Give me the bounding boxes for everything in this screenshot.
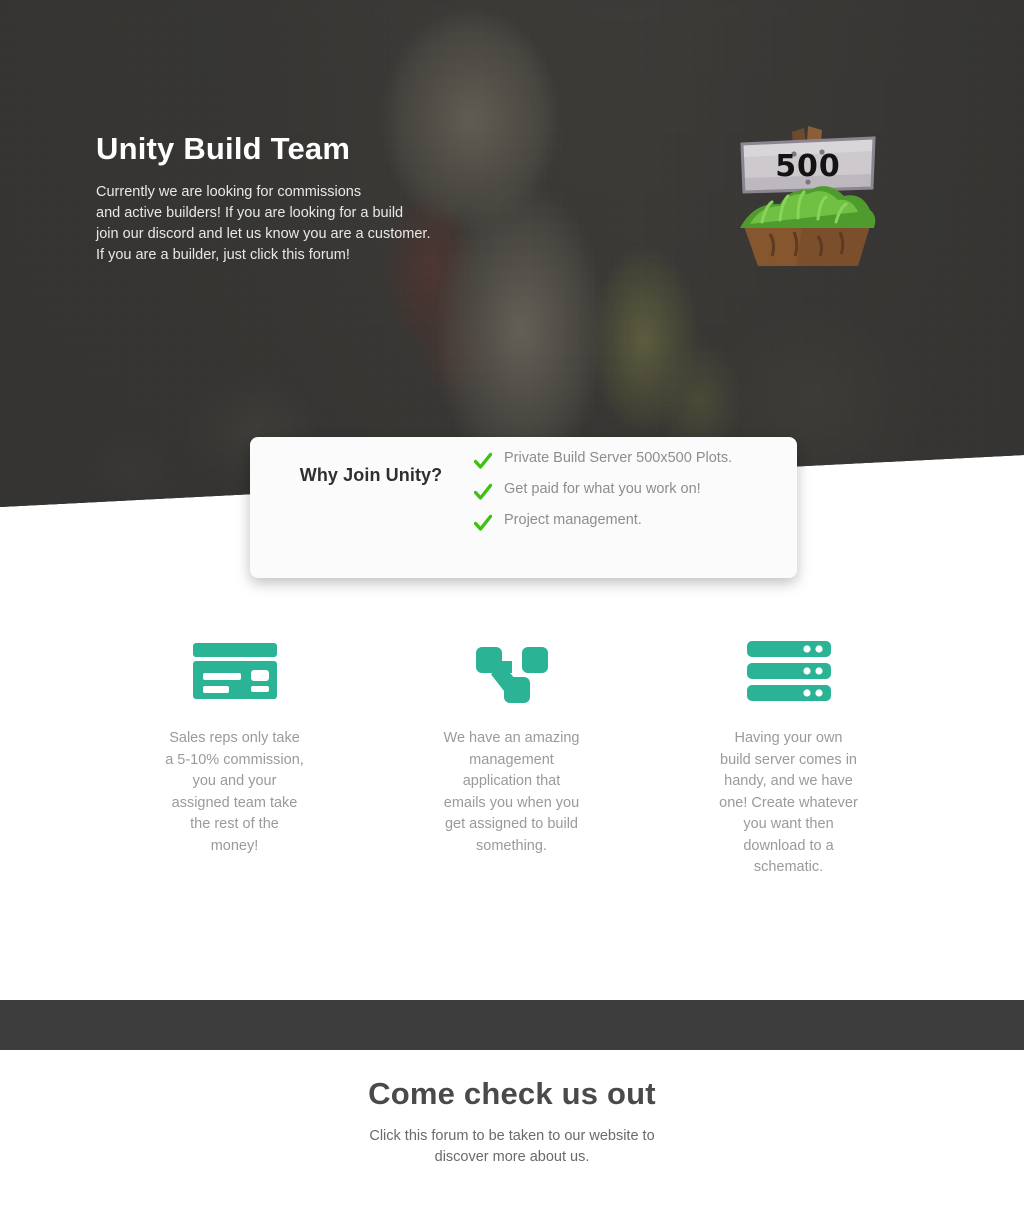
feature-text: We have an amazing management applicatio… [443,730,580,854]
page-title: Unity Build Team [96,131,351,166]
feature-columns: Sales reps only take a 5-10% commission,… [96,640,928,879]
benefit-text: Private Build Server 500x500 Plots. [504,450,733,466]
benefit-text: Project management. [504,512,642,528]
dark-divider-bar [0,1000,1024,1050]
hero-subtitle-line: Currently we are looking for commissions [96,184,362,201]
footer-subtitle-line: Click this forum to be taken to our webs… [369,1128,655,1144]
check-icon [473,514,493,534]
feature-column-sales: Sales reps only take a 5-10% commission,… [96,640,373,879]
check-icon [473,483,493,503]
hero-subtitle: Currently we are looking for commissions… [96,182,656,266]
svg-text:500: 500 [775,149,841,184]
feature-column-management: We have an amazing management applicatio… [373,640,650,879]
dirt-block [744,226,870,266]
landing-page: Unity Build Team Currently we are lookin… [0,0,1024,1218]
why-join-benefits-list: Private Build Server 500x500 Plots. Get … [473,437,797,542]
footer-title: Come check us out [368,1076,656,1111]
footer-section: Come check us out Click this forum to be… [0,1076,1024,1168]
server-icon [745,640,833,702]
feature-column-server: Having your own build server comes in ha… [650,640,927,879]
sign-board: 500 [740,136,876,194]
feature-text: Sales reps only take a 5-10% commission,… [165,730,304,854]
hero-subtitle-line: and active builders! If you are looking … [96,205,404,222]
list-item: Project management. [473,511,797,534]
hero-content: Unity Build Team Currently we are lookin… [96,131,656,266]
list-item: Private Build Server 500x500 Plots. [473,449,797,472]
hero-subtitle-line: If you are a builder, just click this fo… [96,247,350,264]
why-join-card: Why Join Unity? Private Build Server 500… [250,437,797,578]
check-icon [473,452,493,472]
feature-text: Having your own build server comes in ha… [719,730,858,875]
footer-subtitle: Click this forum to be taken to our webs… [0,1126,1024,1168]
footer-subtitle-line: discover more about us. [434,1149,590,1165]
credit-card-icon [191,640,279,702]
benefit-text: Get paid for what you work on! [504,481,701,497]
hero-subtitle-line: join our discord and let us know you are… [96,226,431,243]
why-join-card-title: Why Join Unity? [299,465,443,485]
list-item: Get paid for what you work on! [473,480,797,503]
sitemap-icon [474,640,550,703]
build-sign-logo: 500 [722,118,892,278]
